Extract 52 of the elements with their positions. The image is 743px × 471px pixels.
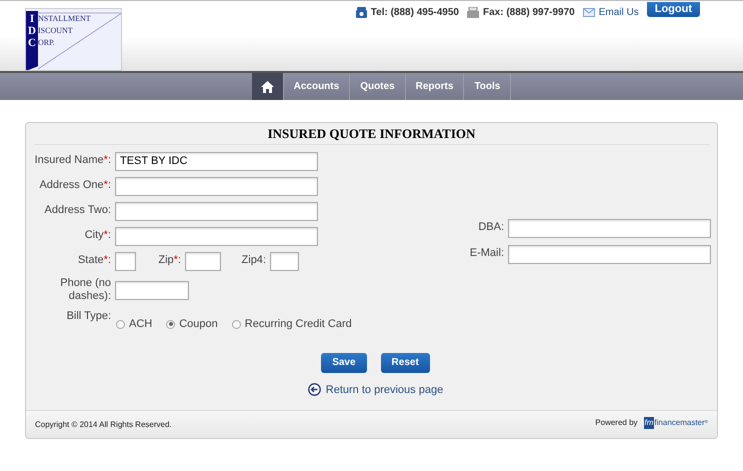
radio-button[interactable] bbox=[232, 320, 241, 329]
nav-tab[interactable]: Reports bbox=[406, 73, 464, 100]
text-field[interactable] bbox=[185, 252, 221, 270]
nav-tab[interactable]: Accounts bbox=[284, 73, 350, 100]
home-tab[interactable] bbox=[252, 73, 284, 100]
form-title: INSURED QUOTE INFORMATION bbox=[268, 125, 476, 143]
phone-field[interactable] bbox=[115, 280, 189, 300]
text-field[interactable] bbox=[508, 218, 711, 238]
logo-letter: D bbox=[28, 25, 36, 37]
text-field[interactable] bbox=[115, 226, 318, 246]
nav-tab[interactable]: Tools bbox=[464, 73, 512, 100]
field-label: Address Two: bbox=[44, 204, 112, 218]
logo-text: NSTALLMENT bbox=[38, 13, 91, 25]
email-link[interactable]: Email Us bbox=[598, 5, 639, 20]
phone-number: Tel: (888) 495-4950 bbox=[370, 6, 459, 20]
text-field[interactable] bbox=[115, 202, 318, 220]
field-label: DBA: bbox=[477, 221, 505, 235]
radio-button[interactable] bbox=[166, 320, 176, 329]
nav-tab[interactable]: Quotes bbox=[350, 73, 406, 100]
fax-icon bbox=[466, 7, 479, 18]
text-field[interactable] bbox=[115, 252, 136, 270]
field-label: Address One*: bbox=[38, 179, 112, 193]
radio-label: Coupon bbox=[179, 317, 218, 332]
field-label: Zip*: bbox=[157, 254, 182, 268]
powered-by-text: Powered by bbox=[595, 417, 638, 429]
logo-text: ISCOUNT bbox=[38, 25, 74, 37]
copyright-text: Copyright © 2014 All Rights Reserved. bbox=[35, 419, 172, 431]
radio-button[interactable] bbox=[116, 320, 125, 329]
logo-letter: I bbox=[30, 13, 34, 25]
radio-label: Recurring Credit Card bbox=[244, 317, 352, 332]
field-label: City*: bbox=[84, 229, 112, 243]
logout-button[interactable]: Logout bbox=[646, 2, 700, 17]
text-field[interactable] bbox=[508, 244, 711, 264]
radio-label: ACH bbox=[129, 317, 152, 332]
text-field[interactable] bbox=[270, 252, 299, 270]
form-button[interactable]: Reset bbox=[380, 352, 430, 372]
home-icon bbox=[260, 80, 274, 92]
field-label: Zip4: bbox=[240, 254, 267, 268]
fax-number: Fax: (888) 997-9970 bbox=[482, 6, 575, 20]
form-button[interactable]: Save bbox=[321, 352, 367, 372]
field-label: State*: bbox=[76, 254, 112, 268]
phone-icon bbox=[356, 7, 367, 18]
logo-text: ORP. bbox=[38, 37, 56, 49]
field-label: E-Mail: bbox=[468, 247, 505, 261]
back-link[interactable]: Return to previous page bbox=[326, 382, 444, 398]
field-label: Phone (no dashes): bbox=[59, 276, 112, 304]
text-field[interactable] bbox=[115, 176, 318, 196]
logo-letter: C bbox=[28, 37, 36, 49]
envelope-icon bbox=[582, 8, 595, 17]
field-label: Bill Type: bbox=[66, 310, 112, 324]
text-field[interactable]: TEST BY IDC bbox=[115, 152, 318, 170]
field-label: Insured Name*: bbox=[34, 154, 112, 168]
